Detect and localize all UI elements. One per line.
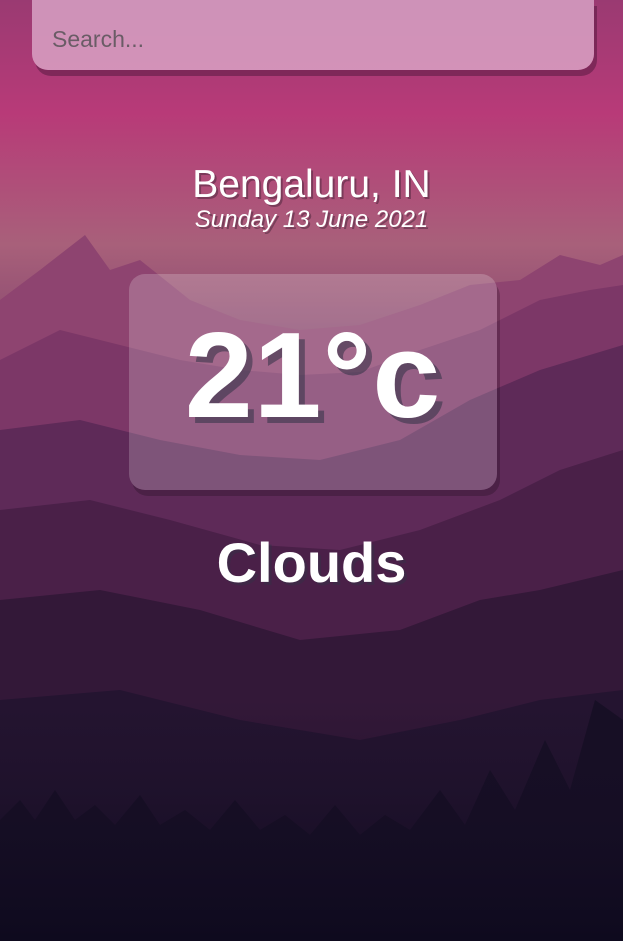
current-date: Sunday 13 June 2021 [194,206,429,233]
location-name: Bengaluru, IN [192,163,431,206]
weather-condition: Clouds [216,531,407,594]
temperature-card: 21°c [129,274,497,490]
temperature-value: 21°c [184,307,442,443]
search-input[interactable] [32,0,594,70]
weather-app: Bengaluru, IN Sunday 13 June 2021 21°c C… [0,0,623,941]
